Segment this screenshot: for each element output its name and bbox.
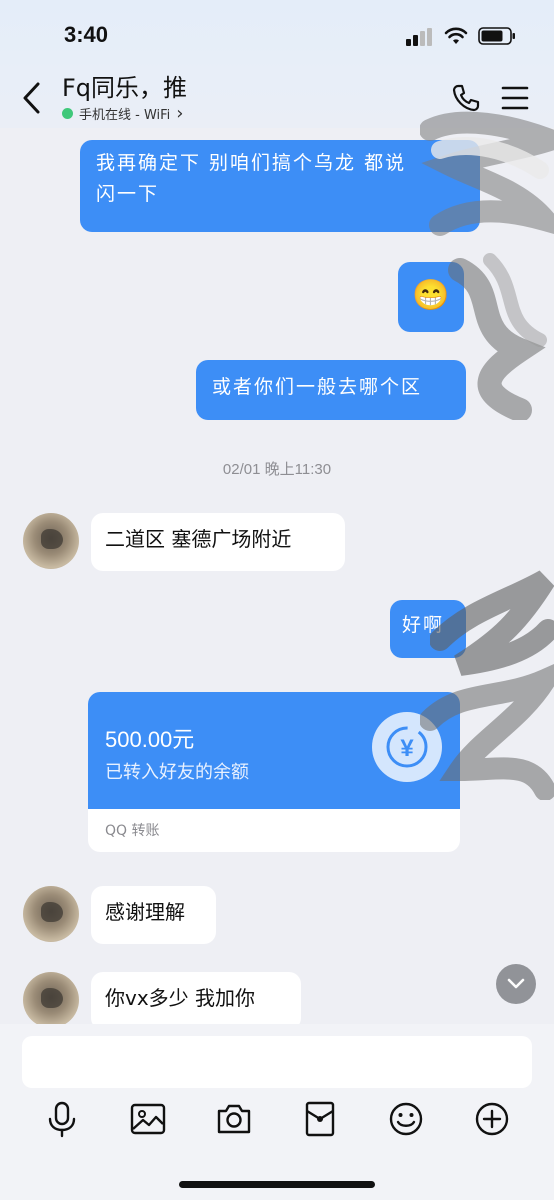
message-input[interactable] [22,1036,532,1088]
wifi-icon [444,27,468,44]
image-icon[interactable] [129,1100,167,1138]
yuan-transfer-icon: ¥ [372,712,442,782]
cellular-signal-icon [406,28,432,46]
menu-icon[interactable] [500,84,530,112]
grin-emoji-icon: 😁 [412,278,450,313]
red-packet-icon[interactable] [301,1100,339,1138]
status-time: 3:40 [64,22,109,47]
battery-icon [478,27,515,45]
scroll-to-bottom-button[interactable] [496,964,536,1004]
phone-call-icon[interactable] [450,82,482,114]
online-status[interactable]: 手机在线 - WiFi › [62,104,183,123]
camera-icon[interactable] [215,1100,253,1138]
online-status-text: 手机在线 - WiFi [79,108,171,123]
back-chevron-icon[interactable] [18,80,46,116]
message-bubble-outgoing[interactable]: 我再确定下 别咱们搞个乌龙 都说 闪一下 [80,140,480,232]
message-bubble-incoming[interactable]: 感谢理解 [91,886,216,944]
status-chevron-icon: › [176,103,184,124]
svg-text:¥: ¥ [400,735,414,762]
message-timestamp: 02/01 晚上11:30 [222,461,332,478]
message-bubble-outgoing[interactable]: 好啊 [390,600,466,658]
message-bubble-incoming[interactable]: 你vx多少 我加你 [91,972,301,1030]
home-indicator [179,1181,375,1188]
plus-icon[interactable] [473,1100,511,1138]
transfer-source-label: QQ 转账 [105,823,160,839]
emoji-icon[interactable] [387,1100,425,1138]
avatar[interactable] [23,513,79,569]
message-bubble-outgoing[interactable]: 或者你们一般去哪个区 [196,360,466,420]
message-bubble-outgoing[interactable]: 😁 [398,262,464,332]
microphone-icon[interactable] [43,1100,81,1138]
chevron-down-icon [507,978,525,989]
transfer-card[interactable]: 500.00元 已转入好友的余额 ¥ QQ 转账 [88,692,460,852]
online-dot-icon [62,108,73,119]
avatar[interactable] [23,886,79,942]
transfer-note: 已转入好友的余额 [105,762,249,783]
transfer-amount: 500.00元 [105,727,195,752]
message-bubble-incoming[interactable]: 二道区 塞德广场附近 [91,513,345,571]
chat-title[interactable]: Fq同乐，推 [62,68,187,103]
avatar[interactable] [23,972,79,1028]
